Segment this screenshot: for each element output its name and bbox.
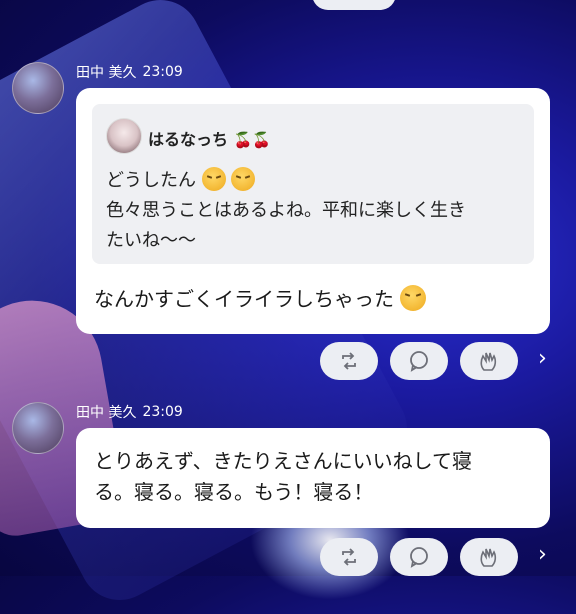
repost-button[interactable]: [320, 538, 378, 576]
sender-name: 田中 美久: [76, 65, 137, 81]
disappointed-face-icon: [231, 167, 256, 191]
quoted-author-line: はるなっち 🍒🍒: [148, 126, 271, 150]
clap-button[interactable]: [460, 538, 518, 576]
comment-bubble-icon: [410, 547, 428, 568]
comment-button[interactable]: [390, 342, 448, 380]
message-time: 23:09: [142, 64, 183, 80]
repost-icon: [342, 548, 356, 566]
message-text: なんかすごくイライラしちゃった: [94, 284, 427, 315]
message-header: 田中 美久 23:09: [76, 402, 183, 422]
message-bubble[interactable]: はるなっち 🍒🍒 どうしたん 色々思うことはあるよね。平和に楽しく生き たいね〜…: [76, 88, 550, 334]
quoted-text-line2: 色々思うことはあるよね。平和に楽しく生き: [106, 200, 466, 221]
quoted-author-name: はるなっち: [148, 130, 229, 149]
quoted-text-line1: どうしたん: [106, 170, 196, 191]
quoted-text: どうしたん 色々思うことはあるよね。平和に楽しく生き たいね〜〜: [106, 166, 466, 256]
message-time: 23:09: [142, 404, 183, 420]
quoted-post[interactable]: はるなっち 🍒🍒 どうしたん 色々思うことはあるよね。平和に楽しく生き たいね〜…: [92, 104, 534, 264]
pensive-face-icon: [400, 285, 427, 311]
repost-icon: [342, 352, 356, 370]
disappointed-face-icon: [201, 167, 226, 191]
sender-name: 田中 美久: [76, 405, 137, 421]
sender-avatar[interactable]: [12, 402, 64, 454]
chevron-right-icon[interactable]: ›: [538, 542, 547, 567]
clap-button[interactable]: [460, 342, 518, 380]
comment-bubble-icon: [410, 351, 428, 372]
message-text-line1: とりあえず、きたりえさんにいいねして寝: [94, 449, 472, 473]
sender-avatar[interactable]: [12, 62, 64, 114]
previous-action-button[interactable]: [312, 0, 396, 10]
clap-hands-icon: [480, 352, 497, 371]
repost-button[interactable]: [320, 342, 378, 380]
message-text: とりあえず、きたりえさんにいいねして寝 る。寝る。寝る。もう！寝る！: [94, 446, 472, 508]
cherry-emoji: 🍒🍒: [233, 131, 271, 149]
quoted-author-avatar: [106, 118, 142, 154]
message-bubble[interactable]: とりあえず、きたりえさんにいいねして寝 る。寝る。寝る。もう！寝る！: [76, 428, 550, 528]
message-text-line2: る。寝る。寝る。もう！寝る！: [94, 480, 374, 504]
chevron-right-icon[interactable]: ›: [538, 346, 547, 371]
comment-button[interactable]: [390, 538, 448, 576]
clap-hands-icon: [480, 548, 497, 567]
message-header: 田中 美久 23:09: [76, 62, 183, 82]
quoted-text-line3: たいね〜〜: [106, 230, 196, 251]
